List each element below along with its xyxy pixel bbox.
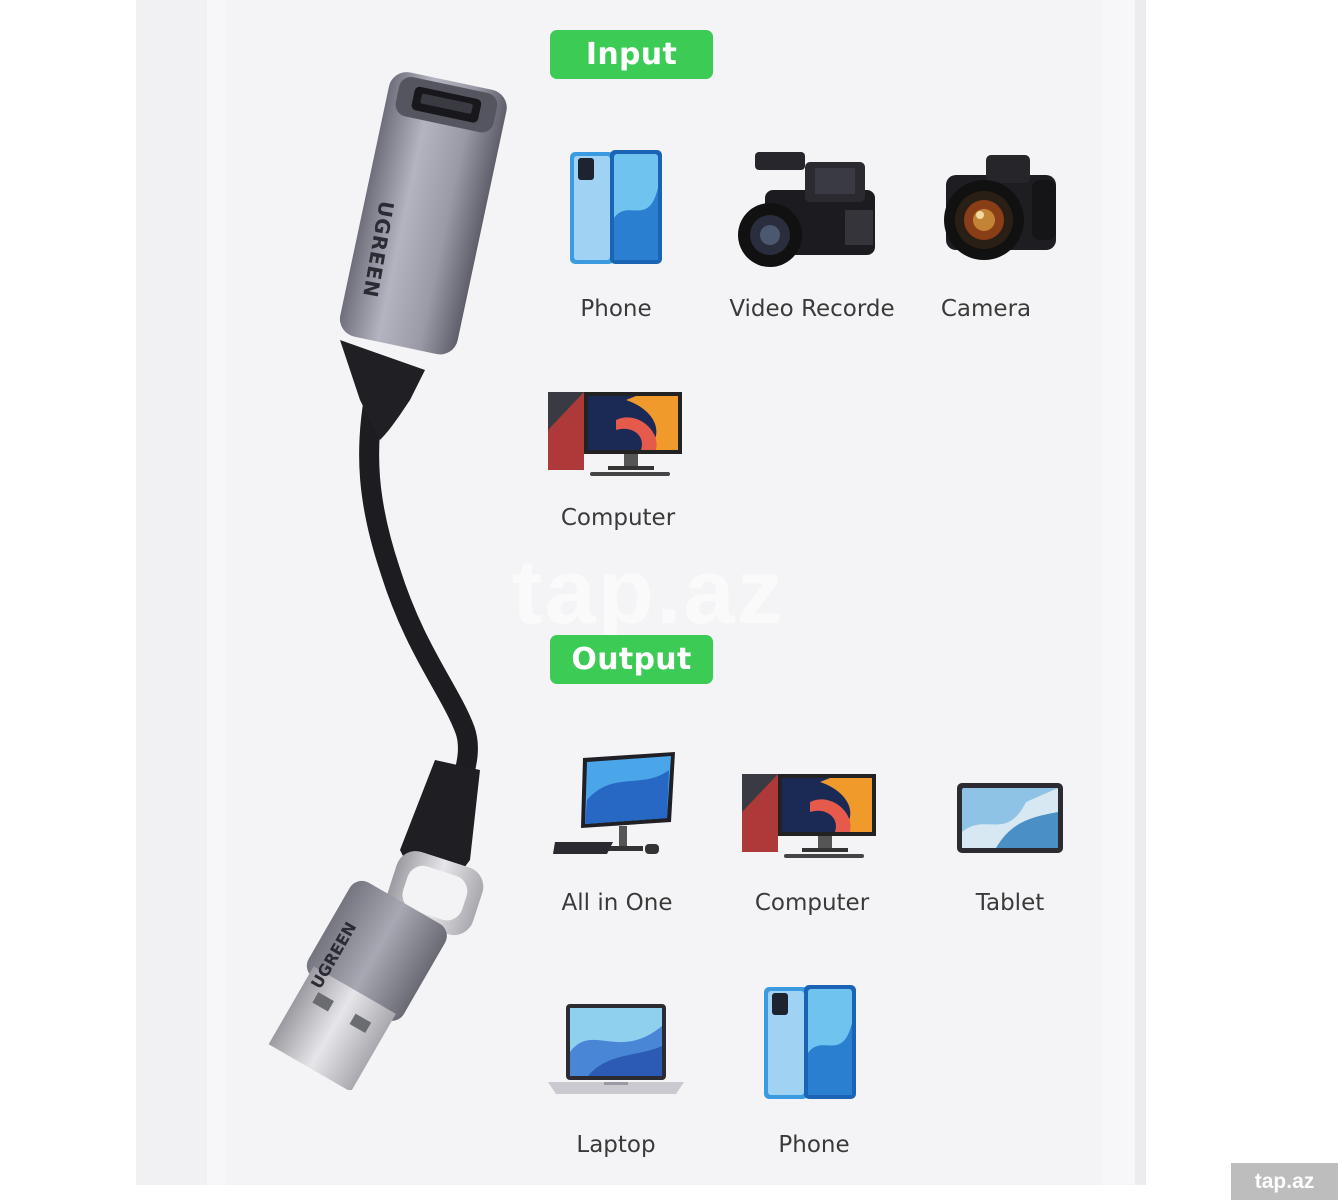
input-device-label: Computer xyxy=(560,505,676,531)
computer-icon xyxy=(742,774,876,858)
output-device-label: Phone xyxy=(778,1132,850,1158)
tablet-icon xyxy=(957,783,1063,853)
output-device-label: Computer xyxy=(754,890,870,916)
site-badge[interactable]: tap.az xyxy=(1231,1163,1338,1200)
input-device-label: Camera xyxy=(940,296,1032,322)
phone-icon xyxy=(570,150,662,264)
output-device-label: All in One xyxy=(561,890,673,916)
input-device-label: Phone xyxy=(580,296,652,322)
video-recorder-icon xyxy=(738,152,875,267)
output-device-label: Tablet xyxy=(975,890,1045,916)
laptop-icon xyxy=(548,1004,684,1094)
right-strip xyxy=(1135,0,1146,1185)
watermark: tap.az xyxy=(512,541,785,643)
phone-icon xyxy=(764,985,856,1099)
output-device-label: Laptop xyxy=(576,1132,656,1158)
output-heading: Output xyxy=(550,635,713,684)
input-heading: Input xyxy=(550,30,713,79)
input-device-label: Video Recorde xyxy=(729,296,895,322)
computer-icon xyxy=(548,392,682,476)
all-in-one-icon xyxy=(553,752,675,854)
capture-card-image: UGREEN UGREEN xyxy=(268,72,507,1090)
camera-icon xyxy=(944,155,1056,260)
